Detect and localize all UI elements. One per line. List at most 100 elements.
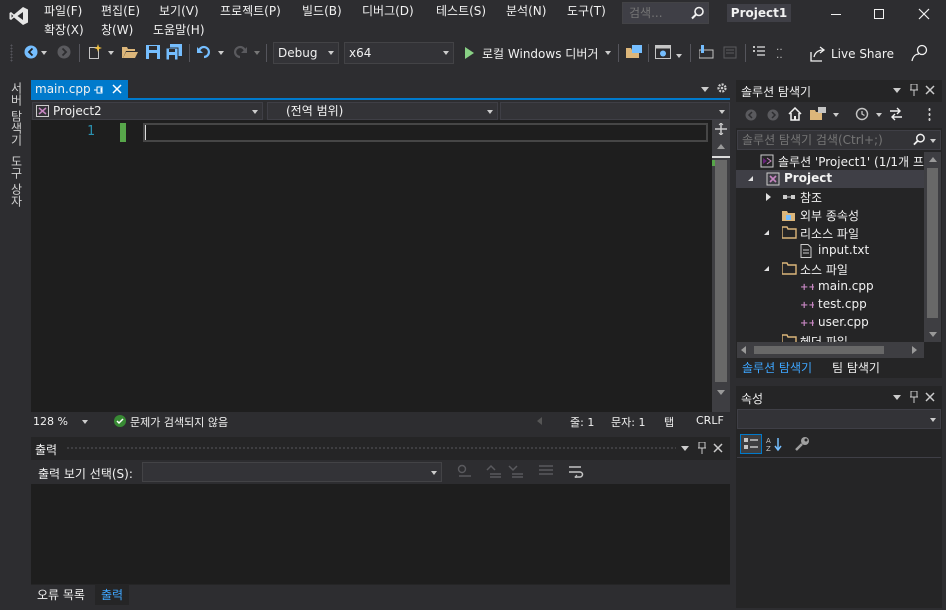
scroll-up-arrow[interactable] [717, 144, 725, 149]
toolbox-tab[interactable]: 도구 상자 [8, 155, 25, 207]
zoom-dropdown-icon[interactable] [82, 420, 88, 424]
output-close-icon[interactable] [713, 443, 723, 453]
menu-item[interactable]: 도움말(H) [153, 21, 205, 38]
toolbar-overflow-icon[interactable]: ‥ ‥ [776, 43, 783, 61]
hscroll-left-arrow[interactable] [537, 417, 542, 425]
find-in-files-icon[interactable] [626, 45, 642, 59]
pin-icon[interactable] [94, 85, 104, 95]
undo-icon[interactable] [197, 45, 213, 59]
scroll-thumb[interactable] [927, 168, 938, 318]
forward-button[interactable] [57, 45, 71, 59]
scroll-left-arrow[interactable] [741, 346, 746, 354]
member-nav-select[interactable] [500, 102, 730, 120]
home-icon[interactable] [788, 107, 802, 121]
switch-views-icon[interactable] [810, 107, 826, 121]
bookmark-disabled-icon[interactable] [722, 45, 738, 59]
se-back-icon[interactable] [745, 109, 757, 121]
props-close-icon[interactable] [925, 392, 935, 402]
next-message-icon[interactable] [508, 464, 524, 478]
tree-item[interactable]: 외부 종속성 [736, 206, 924, 224]
tree-item[interactable]: 참조 [736, 188, 924, 206]
se-search-input[interactable] [738, 131, 908, 149]
se-menu-dropdown-icon[interactable] [893, 88, 901, 93]
sync-icon[interactable] [889, 107, 903, 121]
menu-item[interactable]: 창(W) [101, 21, 133, 38]
search-options-dropdown-icon[interactable] [930, 139, 936, 143]
comment-lines-icon[interactable] [753, 45, 767, 59]
se-pin-icon[interactable] [909, 84, 919, 96]
expanded-arrow-icon[interactable] [764, 230, 769, 235]
menu-item[interactable]: 테스트(S) [436, 2, 486, 19]
bookmark-icon[interactable] [699, 45, 715, 59]
se-more-icon[interactable] [928, 107, 931, 121]
se-close-icon[interactable] [925, 85, 935, 95]
menu-item[interactable]: 도구(T) [567, 2, 606, 19]
search-input[interactable] [623, 3, 685, 23]
clear-all-icon[interactable] [538, 464, 554, 478]
close-tab-icon[interactable] [112, 84, 122, 94]
open-folder-icon[interactable] [122, 45, 138, 59]
se-hscrollbar[interactable] [737, 342, 924, 358]
scroll-down-arrow[interactable] [929, 332, 937, 337]
tree-item[interactable]: ++ test.cpp [736, 296, 924, 314]
config-select[interactable]: Debug [273, 42, 339, 64]
tree-item[interactable]: ++ user.cpp [736, 314, 924, 332]
redo-dropdown-icon[interactable] [254, 51, 260, 55]
scroll-thumb[interactable] [715, 160, 727, 382]
expanded-arrow-icon[interactable] [764, 266, 769, 271]
se-search-box[interactable] [737, 130, 941, 150]
maximize-button[interactable] [870, 6, 890, 22]
expanded-arrow-icon[interactable] [748, 176, 753, 181]
menu-item[interactable]: 파일(F) [44, 2, 82, 19]
tab-list-dropdown-icon[interactable] [701, 87, 709, 92]
output-menu-dropdown-icon[interactable] [681, 446, 689, 451]
find-message-icon[interactable] [456, 464, 472, 478]
scroll-right-arrow[interactable] [912, 346, 917, 354]
project-nav-select[interactable]: Project2 [32, 102, 263, 120]
server-explorer-tab[interactable]: 서버 탐색기 [8, 82, 25, 146]
minimize-button[interactable] [826, 6, 846, 22]
feedback-icon[interactable] [911, 44, 929, 62]
scroll-up-arrow[interactable] [929, 157, 937, 162]
tab-se-0[interactable]: 솔루션 탐색기 [736, 358, 819, 378]
tree-item[interactable]: Project [736, 170, 924, 188]
pending-changes-icon[interactable] [855, 107, 869, 121]
props-pin-icon[interactable] [909, 391, 919, 403]
scroll-thumb[interactable] [754, 346, 884, 354]
output-content[interactable] [31, 484, 730, 584]
menu-item[interactable]: 편집(E) [101, 2, 140, 19]
issues-status[interactable]: 문제가 검색되지 않음 [130, 414, 228, 430]
quick-launch-search[interactable] [622, 2, 709, 24]
collapsed-arrow-icon[interactable] [766, 193, 771, 201]
props-menu-dropdown-icon[interactable] [893, 395, 901, 400]
tab-se-1[interactable]: 팀 탐색기 [826, 358, 886, 378]
tab-output-0[interactable]: 오류 목록 [31, 585, 91, 605]
switch-views-dropdown-icon[interactable] [833, 113, 839, 117]
start-debug-button[interactable]: 로컬 Windows 디버거 [462, 42, 614, 64]
undo-dropdown-icon[interactable] [218, 51, 224, 55]
back-dropdown-icon[interactable] [41, 51, 47, 55]
tree-item[interactable]: 헤더 파일 [736, 332, 924, 342]
se-vscrollbar[interactable] [924, 152, 941, 342]
redo-icon[interactable] [231, 45, 247, 59]
se-forward-icon[interactable] [767, 109, 779, 121]
platform-select[interactable]: x64 [344, 42, 454, 64]
back-button[interactable] [24, 45, 38, 59]
menu-item[interactable]: 프로젝트(P) [220, 2, 281, 19]
tree-item[interactable]: 솔루션 'Project1' (1/1개 프로젝트) [736, 152, 924, 170]
new-project-icon[interactable] [87, 44, 103, 60]
live-share-button[interactable]: Live Share [810, 44, 894, 64]
tab-main-cpp[interactable]: main.cpp [31, 80, 128, 99]
tree-item[interactable]: ++ main.cpp [736, 278, 924, 296]
pending-dropdown-icon[interactable] [876, 113, 882, 117]
code-editor[interactable]: 1 [31, 120, 712, 412]
tree-item[interactable]: input.txt [736, 242, 924, 260]
save-icon[interactable] [146, 45, 160, 59]
tab-output-1[interactable]: 출력 [95, 585, 130, 605]
tree-item[interactable]: 리소스 파일 [736, 224, 924, 242]
tree-item[interactable]: 소스 파일 [736, 260, 924, 278]
settings-gear-icon[interactable] [716, 82, 728, 94]
scroll-down-arrow[interactable] [717, 390, 725, 395]
scope-nav-select[interactable]: (전역 범위) [267, 102, 498, 120]
categorized-icon[interactable] [740, 434, 762, 454]
